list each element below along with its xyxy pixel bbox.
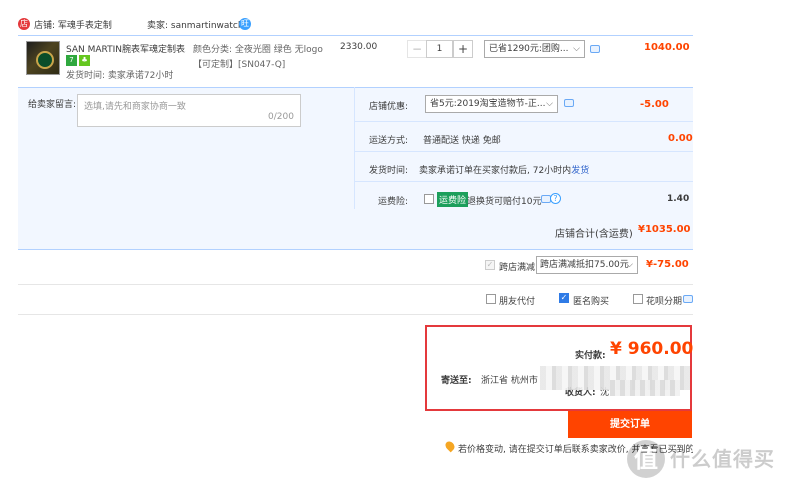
product-thumbnail[interactable] bbox=[26, 41, 60, 75]
insurance-description: 退换货可赔付10元 bbox=[467, 197, 542, 207]
divider bbox=[18, 314, 693, 315]
store-coupon-select[interactable]: 省5元:2019淘宝造物节-正... ⌵ bbox=[425, 95, 558, 113]
actual-payment-label: 实付款: bbox=[575, 351, 606, 361]
shipping-insurance-checkbox[interactable] bbox=[424, 194, 434, 204]
quantity-increase-button[interactable]: + bbox=[453, 40, 473, 58]
item-subtotal: 1040.00 bbox=[644, 42, 690, 53]
quantity-decrease-button[interactable]: − bbox=[407, 40, 427, 58]
divider bbox=[355, 151, 693, 152]
ship-to-address: 浙江省 杭州市 bbox=[481, 376, 538, 386]
friend-pay-checkbox[interactable] bbox=[486, 294, 496, 304]
cross-store-discount-select[interactable]: 跨店满减抵扣75.00元 ⌵ bbox=[536, 256, 638, 274]
insurance-fee: 1.40 bbox=[667, 194, 690, 204]
shipping-method-text: 普通配送 快递 免邮 bbox=[423, 136, 501, 146]
cross-store-label: 跨店满减 bbox=[499, 263, 536, 273]
anonymous-purchase-label[interactable]: 匿名购买 bbox=[573, 294, 609, 307]
divider bbox=[355, 181, 693, 182]
shipping-insurance-label: 运费险: bbox=[377, 197, 408, 207]
message-char-count: 0/200 bbox=[268, 112, 294, 122]
insurance-tag: 运费险 bbox=[437, 192, 469, 207]
anonymous-purchase-checkbox[interactable]: ✓ bbox=[559, 293, 569, 303]
submit-order-button[interactable]: 提交订单 bbox=[568, 411, 692, 438]
huabei-installment-label[interactable]: 花呗分期 bbox=[646, 294, 682, 307]
store-total-value: ¥1035.00 bbox=[638, 224, 691, 235]
store-coupon-label: 店铺优惠: bbox=[368, 102, 408, 112]
delivery-time-desc: 卖家承诺订单在买家付款后, 72小时内 bbox=[419, 166, 572, 176]
seller-message-label: 给卖家留言: bbox=[28, 100, 77, 110]
wangwang-chat-icon[interactable]: 旺 bbox=[239, 18, 251, 30]
friend-pay-label[interactable]: 朋友代付 bbox=[499, 294, 535, 307]
redacted-name-blur bbox=[610, 380, 680, 396]
coupon-discount-value: -5.00 bbox=[640, 99, 669, 110]
unit-price: 2330.00 bbox=[340, 42, 378, 52]
ship-to-label: 寄送至: bbox=[441, 376, 472, 386]
promotion-select-value: 已省1290元:团购... bbox=[489, 44, 569, 54]
huabei-info-icon[interactable] bbox=[683, 295, 693, 303]
seller-name[interactable]: 卖家: sanmartinwatch bbox=[147, 18, 244, 31]
cross-store-select-value: 跨店满减抵扣75.00元 bbox=[540, 260, 629, 270]
coupon-select-value: 省5元:2019淘宝造物节-正... bbox=[430, 99, 546, 109]
ship-promise-text: 发货时间: 卖家承诺72小时 bbox=[66, 71, 174, 81]
actual-payment-amount: ¥ 960.00 bbox=[610, 339, 694, 359]
sku-attributes: 颜色分类: 全夜光圈 绿色 无logo bbox=[193, 45, 323, 55]
chevron-down-icon: ⌵ bbox=[626, 260, 633, 270]
watermark-text: 什么值得买 bbox=[670, 447, 775, 471]
delivery-time-link[interactable]: 发货 bbox=[571, 166, 589, 176]
huabei-installment-checkbox[interactable] bbox=[633, 294, 643, 304]
store-name-link[interactable]: 店铺: 军魂手表定制 bbox=[34, 18, 112, 31]
delivery-time-label: 发货时间: bbox=[368, 166, 408, 176]
help-icon[interactable]: ? bbox=[550, 193, 561, 204]
coupon-info-icon[interactable] bbox=[564, 99, 574, 107]
delivery-time-text: 卖家承诺订单在买家付款后, 72小时内发货 bbox=[419, 163, 589, 176]
divider bbox=[355, 121, 693, 122]
seller-message-textarea[interactable]: 选填,请先和商家协商一致 bbox=[77, 94, 301, 127]
item-promotion-select[interactable]: 已省1290元:团购... ⌵ bbox=[484, 40, 585, 58]
promotion-info-icon[interactable] bbox=[590, 45, 600, 53]
chevron-down-icon: ⌵ bbox=[573, 44, 580, 54]
seven-day-return-badge: 7 bbox=[66, 55, 77, 66]
sku-custom-code: 【可定制】[SN047-Q] bbox=[193, 60, 286, 70]
watermark-logo: 值 bbox=[627, 440, 665, 478]
product-title-link[interactable]: SAN MARTIN腕表军魂定制表... bbox=[66, 42, 186, 55]
cross-store-discount-value: ¥-75.00 bbox=[646, 259, 689, 270]
location-pin-icon bbox=[443, 439, 457, 453]
cross-store-checkbox[interactable]: ✓ bbox=[485, 260, 495, 270]
divider bbox=[18, 284, 693, 285]
quantity-input[interactable]: 1 bbox=[426, 40, 453, 58]
chevron-down-icon: ⌵ bbox=[546, 99, 553, 109]
store-total-label: 店铺合计(含运费) bbox=[555, 229, 633, 240]
shipping-fee: 0.00 bbox=[668, 133, 693, 144]
store-logo: 店 bbox=[18, 18, 30, 30]
guarantee-badge: ♣ bbox=[79, 55, 90, 66]
shipping-method-label: 运送方式: bbox=[368, 136, 408, 146]
